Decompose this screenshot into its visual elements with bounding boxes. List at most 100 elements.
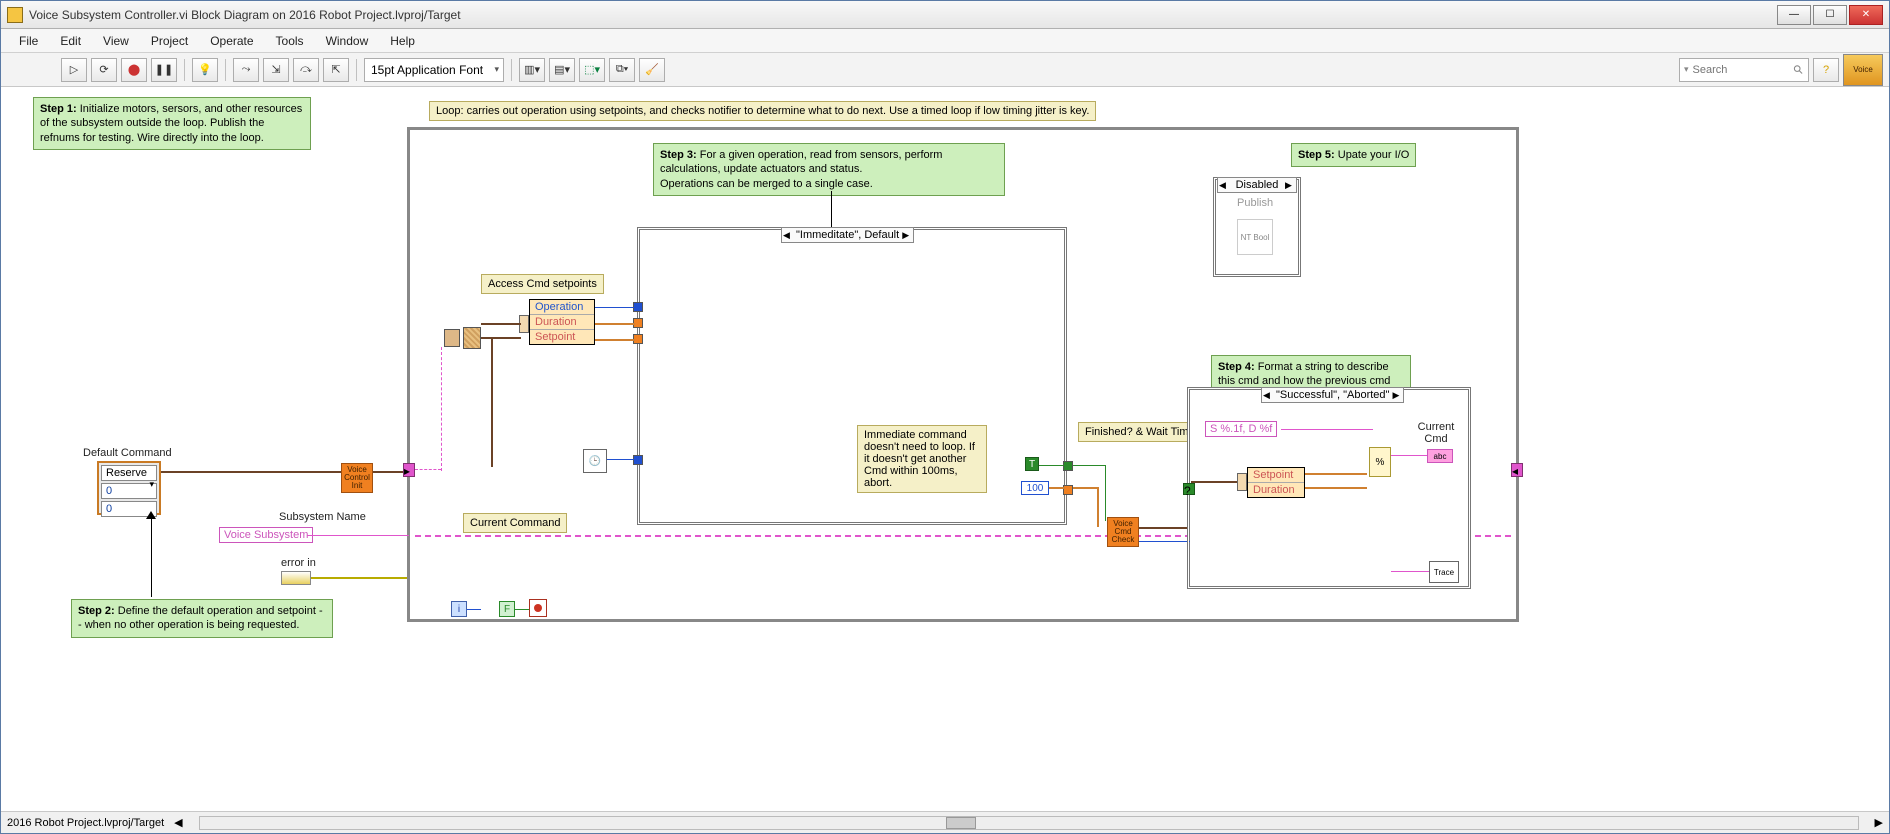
case-immediate[interactable] xyxy=(637,227,1067,525)
window-title: Voice Subsystem Controller.vi Block Diag… xyxy=(29,8,1771,22)
distribute-button[interactable]: ▤▾ xyxy=(549,58,575,82)
step-into-button[interactable]: ⇲ xyxy=(263,58,289,82)
step-out-button[interactable]: ⇱ xyxy=(323,58,349,82)
align-button[interactable]: ▥▾ xyxy=(519,58,545,82)
bool-constant[interactable]: F xyxy=(499,601,515,617)
unbundle2-setpoint: Setpoint xyxy=(1248,468,1304,483)
abc-indicator[interactable]: abc xyxy=(1427,449,1453,463)
trace-subvi[interactable]: Trace xyxy=(1429,561,1459,583)
cluster-node-icon[interactable] xyxy=(463,327,481,349)
wire xyxy=(1189,541,1190,542)
chevron-right-icon[interactable]: ▶ xyxy=(1875,816,1883,829)
note-step1-label: Step 1: xyxy=(40,103,77,115)
note-step2: Step 2: Define the default operation and… xyxy=(71,599,333,638)
reorder-button[interactable]: ⧉▾ xyxy=(609,58,635,82)
maximize-button[interactable]: ☐ xyxy=(1813,5,1847,25)
case-publish-selector[interactable]: ◀ Disabled ▶ xyxy=(1217,177,1297,193)
iteration-terminal-icon[interactable]: i xyxy=(451,601,467,617)
case-publish-selector-label: Disabled xyxy=(1236,179,1279,191)
wire xyxy=(1305,473,1367,475)
menu-file[interactable]: File xyxy=(9,32,48,50)
pause-button[interactable]: ❚❚ xyxy=(151,58,177,82)
timer-icon[interactable]: 🕒 xyxy=(583,449,607,473)
retain-wires-button[interactable]: ⤳ xyxy=(233,58,259,82)
font-selector[interactable]: 15pt Application Font xyxy=(364,58,504,82)
subsystem-name-constant[interactable]: Voice Subsystem xyxy=(219,527,313,543)
stop-terminal-icon[interactable] xyxy=(529,599,547,617)
search-input[interactable] xyxy=(1693,64,1789,76)
menu-view[interactable]: View xyxy=(93,32,139,50)
status-project-path: 2016 Robot Project.lvproj/Target xyxy=(7,817,164,829)
tunnel xyxy=(1063,461,1073,471)
close-button[interactable]: ✕ xyxy=(1849,5,1883,25)
wire xyxy=(1191,481,1237,483)
chevron-left-icon[interactable]: ◀ xyxy=(1263,390,1273,401)
wire xyxy=(1305,487,1367,489)
search-box[interactable]: ▾ xyxy=(1679,58,1809,82)
chevron-right-icon[interactable]: ▶ xyxy=(1285,180,1295,191)
menu-project[interactable]: Project xyxy=(141,32,198,50)
unbundle2-head-icon xyxy=(1237,473,1247,491)
access-cmd-text: Access Cmd setpoints xyxy=(488,278,597,290)
note-step4-label: Step 4: xyxy=(1218,361,1255,373)
run-continuous-button[interactable]: ⟳ xyxy=(91,58,117,82)
step-over-button[interactable]: ⤼ xyxy=(293,58,319,82)
format-string-constant[interactable]: S %.1f, D %f xyxy=(1205,421,1277,437)
case-successful-label: "Successful", "Aborted" xyxy=(1276,389,1389,401)
abort-button[interactable]: ⬤ xyxy=(121,58,147,82)
unbundle-by-name-2[interactable]: Setpoint Duration xyxy=(1247,467,1305,498)
chevron-left-icon[interactable]: ◀ xyxy=(1219,180,1229,191)
voice-cmd-check-subvi[interactable]: Voice Cmd Check xyxy=(1107,517,1139,547)
format-into-string-icon[interactable]: % xyxy=(1369,447,1391,477)
note-step5-text: Upate your I/O xyxy=(1338,149,1410,161)
menu-window[interactable]: Window xyxy=(316,32,379,50)
resize-button[interactable]: ⬚▾ xyxy=(579,58,605,82)
arrow-step2-line xyxy=(151,515,152,597)
run-button[interactable]: ▷ xyxy=(61,58,87,82)
nt-bool-indicator[interactable]: NT Bool xyxy=(1237,219,1273,255)
menu-operate[interactable]: Operate xyxy=(200,32,263,50)
cleanup-button[interactable]: 🧹 xyxy=(639,58,665,82)
menu-help[interactable]: Help xyxy=(380,32,425,50)
wire xyxy=(481,337,521,339)
horizontal-scrollbar[interactable] xyxy=(183,816,1875,830)
chevron-left-icon[interactable]: ◀ xyxy=(783,230,793,241)
block-diagram-canvas[interactable]: Step 1: Initialize motors, sersors, and … xyxy=(1,87,1889,811)
numeric-constant-100[interactable]: 100 xyxy=(1021,481,1049,495)
wire xyxy=(1281,429,1373,430)
wire xyxy=(415,469,441,470)
feedback-node-icon[interactable] xyxy=(444,329,460,347)
highlight-exec-button[interactable]: 💡 xyxy=(192,58,218,82)
case-immediate-selector-label: "Immeditate", Default xyxy=(796,229,899,241)
search-icon xyxy=(1793,63,1804,77)
reserve-ring[interactable]: Reserve xyxy=(101,465,157,481)
case-immediate-selector[interactable]: ◀ "Immeditate", Default ▶ xyxy=(781,227,914,243)
titlebar: Voice Subsystem Controller.vi Block Diag… xyxy=(1,1,1889,29)
unbundle-by-name[interactable]: Operation Duration Setpoint xyxy=(529,299,595,345)
wire xyxy=(467,609,481,610)
chevron-right-icon[interactable]: ▶ xyxy=(1392,390,1402,401)
vi-icon-label: Voice xyxy=(1853,65,1873,74)
shift-register-right[interactable]: ◂ xyxy=(1511,463,1523,477)
default-command-control[interactable]: Reserve 0 0 xyxy=(97,461,161,515)
menu-edit[interactable]: Edit xyxy=(50,32,91,50)
vi-icon[interactable]: Voice xyxy=(1843,54,1883,86)
shift-register-left[interactable]: ▸ xyxy=(403,463,415,477)
menu-tools[interactable]: Tools xyxy=(266,32,314,50)
trace-label: Trace xyxy=(1434,568,1454,577)
chevron-right-icon[interactable]: ▶ xyxy=(902,230,912,241)
subsystem-name-label: Subsystem Name xyxy=(279,511,366,523)
error-in-control[interactable] xyxy=(281,571,311,585)
tunnel xyxy=(633,455,643,465)
help-button[interactable]: ? xyxy=(1813,58,1839,82)
voice-control-init-subvi[interactable]: Voice Control Init xyxy=(341,463,373,493)
menubar: File Edit View Project Operate Tools Win… xyxy=(1,29,1889,53)
note-step5-label: Step 5: xyxy=(1298,149,1335,161)
chevron-left-icon[interactable]: ◀ xyxy=(174,816,182,829)
minimize-button[interactable]: — xyxy=(1777,5,1811,25)
case-successful-selector[interactable]: ◀ "Successful", "Aborted" ▶ xyxy=(1261,387,1404,403)
note-step5: Step 5: Upate your I/O xyxy=(1291,143,1416,167)
true-constant[interactable]: T xyxy=(1025,457,1039,471)
wire xyxy=(595,323,635,325)
note-step3-texta: For a given operation, read from sensors… xyxy=(660,149,942,175)
